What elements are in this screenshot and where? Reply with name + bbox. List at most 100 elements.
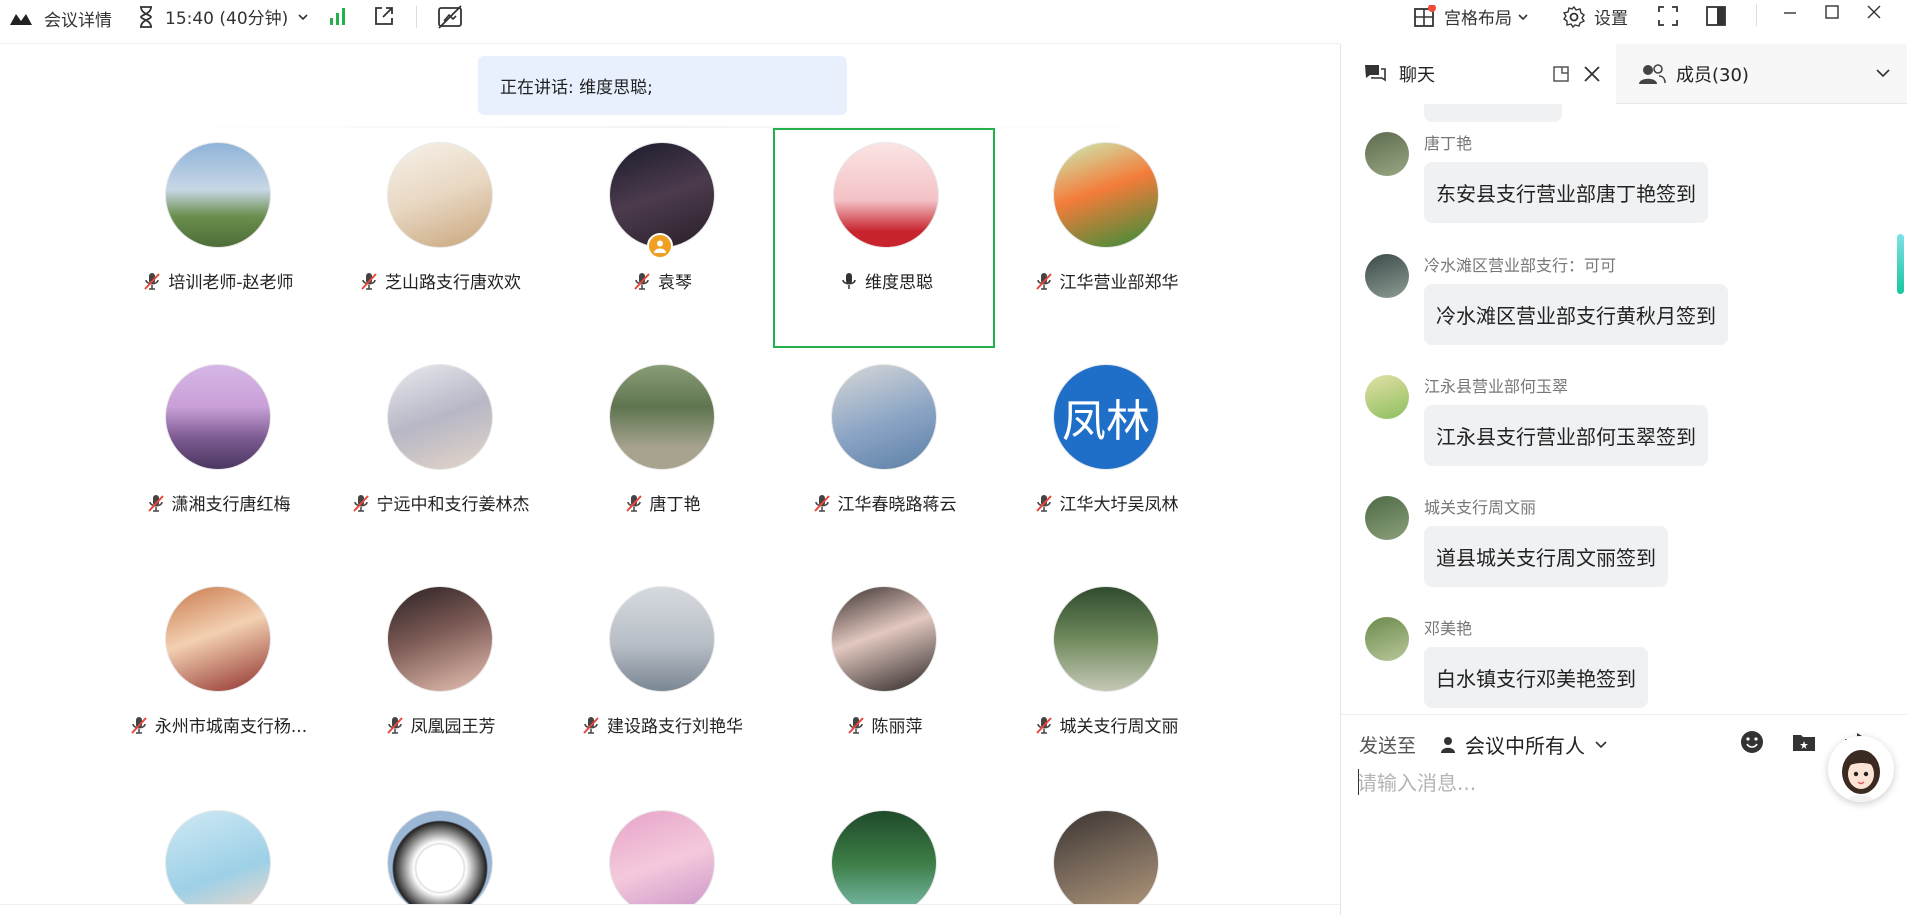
participant-tile[interactable]: 凤凰园王芳 [329, 572, 551, 792]
chat-message-list[interactable]: 唐丁艳 东安县支行营业部唐丁艳签到 冷水滩区营业部支行：可可 冷水滩区营业部支行黄秋月… [1341, 104, 1907, 714]
send-target-select[interactable]: 会议中所有人 [1439, 730, 1609, 759]
chat-scrollbar[interactable] [1897, 234, 1904, 294]
participant-tile[interactable]: 维度思聪 [773, 128, 995, 348]
chevron-down-icon [1518, 13, 1528, 20]
participant-tile[interactable] [773, 796, 995, 904]
participant-tile[interactable] [107, 796, 329, 904]
participant-tile[interactable]: 培训老师-赵老师 [107, 128, 329, 348]
video-off-icon[interactable] [436, 3, 464, 31]
emoji-icon[interactable] [1739, 729, 1765, 755]
mic-muted-icon[interactable] [385, 715, 405, 735]
participant-tile[interactable] [551, 796, 773, 904]
gear-icon [1562, 5, 1586, 28]
participant-tile[interactable]: 江华营业部郑华 [995, 128, 1217, 348]
participant-name: 潇湘支行唐红梅 [171, 495, 291, 515]
participant-tile[interactable]: 袁琴 [551, 128, 773, 348]
participant-name: 永州市城南支行杨... [154, 717, 308, 737]
sender-avatar[interactable] [1365, 375, 1409, 419]
mic-muted-icon[interactable] [624, 493, 644, 513]
participant-tile[interactable]: 宁远中和支行姜林杰 [329, 350, 551, 570]
participant-avatar [609, 810, 715, 904]
mic-muted-icon[interactable] [632, 271, 652, 291]
hourglass-icon [140, 5, 152, 28]
assistant-girl-icon [1842, 750, 1880, 802]
sender-avatar[interactable] [1365, 132, 1409, 176]
participant-avatar [609, 586, 715, 692]
sender-name: 邓美艳 [1424, 619, 1473, 638]
participant-tile[interactable]: 潇湘支行唐红梅 [107, 350, 329, 570]
window-minimize-icon[interactable] [1780, 2, 1800, 22]
participant-name: 城关支行周文丽 [1059, 717, 1179, 737]
close-icon[interactable] [1581, 63, 1603, 85]
mic-muted-icon[interactable] [129, 715, 149, 735]
participant-name-row: 维度思聪 [775, 268, 997, 293]
tab-members[interactable]: 成员(30) [1616, 44, 1907, 104]
popout-icon[interactable] [1551, 64, 1571, 84]
mic-muted-icon[interactable] [142, 271, 162, 291]
grid-layout-label: 宫格布局 [1444, 9, 1512, 29]
sender-name: 江永县营业部何玉翠 [1424, 377, 1569, 396]
window-maximize-icon[interactable] [1822, 2, 1842, 22]
participant-name-row: 潇湘支行唐红梅 [107, 490, 329, 515]
mic-muted-icon[interactable] [359, 271, 379, 291]
file-folder-icon[interactable] [1791, 729, 1817, 755]
participant-tile[interactable]: 江华春晓路蒋云 [773, 350, 995, 570]
mic-muted-icon[interactable] [146, 493, 166, 513]
participant-name: 江华营业部郑华 [1059, 273, 1179, 293]
window-close-icon[interactable] [1864, 2, 1884, 22]
participant-avatar [1053, 142, 1159, 248]
participant-name-row: 江华营业部郑华 [995, 268, 1217, 293]
signal-strength-icon[interactable] [328, 6, 348, 26]
chat-input[interactable] [1357, 766, 1887, 800]
meeting-timer[interactable]: 15:40 (40分钟) [135, 4, 310, 29]
side-panel-toggle-icon[interactable] [1704, 4, 1728, 28]
participant-name: 培训老师-赵老师 [168, 273, 294, 293]
participant-tile[interactable]: 凤林 江华大圩吴凤林 [995, 350, 1217, 570]
participant-name: 芝山路支行唐欢欢 [385, 273, 521, 293]
mic-on-icon[interactable] [839, 271, 859, 291]
participant-tile[interactable]: 芝山路支行唐欢欢 [329, 128, 551, 348]
participant-tile[interactable]: 唐丁艳 [551, 350, 773, 570]
participant-avatar [609, 364, 715, 470]
participant-name-row: 建设路支行刘艳华 [551, 712, 773, 737]
participant-tile[interactable]: 建设路支行刘艳华 [551, 572, 773, 792]
header-divider [0, 43, 1340, 44]
host-badge-icon [647, 233, 673, 259]
sender-avatar[interactable] [1365, 617, 1409, 661]
participant-name: 维度思聪 [865, 273, 933, 293]
participant-avatar [387, 142, 493, 248]
participant-tile[interactable]: 永州市城南支行杨... [107, 572, 329, 792]
participant-avatar [1053, 586, 1159, 692]
participant-name: 江华大圩吴凤林 [1059, 495, 1179, 515]
grid-layout-button[interactable]: 宫格布局 [1412, 4, 1530, 29]
side-panel: 聊天 成员(30) 唐丁艳 东安县支行营业部唐丁艳签到 冷水滩区营业部支行：可可… [1340, 44, 1907, 915]
participant-avatar [831, 586, 937, 692]
meeting-details-button[interactable]: 会议详情 [8, 6, 112, 31]
participant-tile[interactable]: 陈丽萍 [773, 572, 995, 792]
sender-avatar[interactable] [1365, 496, 1409, 540]
toolbar-divider [416, 6, 417, 28]
participant-tile[interactable] [329, 796, 551, 904]
mic-muted-icon[interactable] [351, 493, 371, 513]
participant-name-row: 永州市城南支行杨... [107, 712, 329, 737]
tab-chat-label: 聊天 [1399, 65, 1435, 86]
mic-muted-icon[interactable] [1034, 271, 1054, 291]
message-bubble: 江永县支行营业部何玉翠签到 [1424, 405, 1708, 466]
mic-muted-icon[interactable] [581, 715, 601, 735]
send-target-value: 会议中所有人 [1465, 734, 1585, 758]
ai-assistant-avatar[interactable] [1828, 736, 1894, 802]
share-external-icon[interactable] [372, 4, 396, 28]
mic-muted-icon[interactable] [1034, 493, 1054, 513]
tab-chat[interactable]: 聊天 [1341, 44, 1616, 104]
mic-muted-icon[interactable] [846, 715, 866, 735]
chevron-down-icon[interactable] [1874, 64, 1892, 82]
participant-tile[interactable]: 城关支行周文丽 [995, 572, 1217, 792]
timer-text: 15:40 (40分钟) [165, 9, 289, 29]
send-to-row: 发送至 会议中所有人 [1341, 714, 1907, 769]
sender-avatar[interactable] [1365, 254, 1409, 298]
mic-muted-icon[interactable] [1034, 715, 1054, 735]
fullscreen-icon[interactable] [1656, 4, 1680, 28]
participant-tile[interactable] [995, 796, 1217, 904]
mic-muted-icon[interactable] [812, 493, 832, 513]
settings-button[interactable]: 设置 [1562, 4, 1628, 29]
